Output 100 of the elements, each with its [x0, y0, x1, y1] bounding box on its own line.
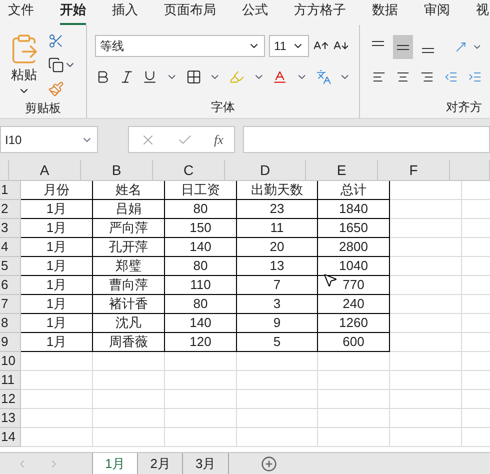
table-cell[interactable]: 13: [237, 257, 318, 276]
table-cell[interactable]: 7: [237, 276, 318, 295]
table-cell[interactable]: [93, 352, 165, 371]
menu-tab[interactable]: 视: [476, 0, 489, 25]
table-cell[interactable]: 曹向萍: [93, 276, 165, 295]
table-cell[interactable]: 1月: [21, 219, 93, 238]
table-cell[interactable]: 1650: [318, 219, 390, 238]
table-cell[interactable]: 1840: [318, 200, 390, 219]
column-header[interactable]: B: [81, 160, 153, 181]
table-cell[interactable]: [390, 333, 462, 352]
name-box[interactable]: I10: [0, 126, 98, 153]
table-cell[interactable]: 褚计香: [93, 295, 165, 314]
table-cell[interactable]: 110: [165, 276, 237, 295]
table-cell[interactable]: 80: [165, 200, 237, 219]
table-cell[interactable]: [390, 257, 462, 276]
table-cell[interactable]: 5: [237, 333, 318, 352]
table-cell[interactable]: 总计: [318, 181, 390, 200]
menu-tab[interactable]: 页面布局: [164, 0, 216, 25]
add-sheet-icon[interactable]: [260, 456, 277, 472]
table-cell[interactable]: [390, 219, 462, 238]
table-cell[interactable]: [390, 428, 462, 447]
table-cell[interactable]: [390, 371, 462, 390]
table-cell[interactable]: [237, 371, 318, 390]
insert-function-button[interactable]: fx: [214, 130, 224, 150]
table-cell[interactable]: 11: [237, 219, 318, 238]
column-header[interactable]: [450, 160, 490, 181]
font-size-field[interactable]: 11: [269, 35, 309, 57]
table-cell[interactable]: 1月: [21, 200, 93, 219]
table-cell[interactable]: [390, 409, 462, 428]
table-cell[interactable]: 1月: [21, 314, 93, 333]
table-cell[interactable]: 月份: [21, 181, 93, 200]
table-cell[interactable]: [390, 238, 462, 257]
menu-tab[interactable]: 数据: [372, 0, 398, 25]
table-cell[interactable]: 周香薇: [93, 333, 165, 352]
table-cell[interactable]: [390, 314, 462, 333]
table-cell[interactable]: 姓名: [93, 181, 165, 200]
table-cell[interactable]: [165, 352, 237, 371]
table-cell[interactable]: [318, 409, 390, 428]
table-cell[interactable]: 140: [165, 238, 237, 257]
formula-input[interactable]: [243, 126, 490, 153]
table-cell[interactable]: 120: [165, 333, 237, 352]
table-cell[interactable]: 80: [165, 257, 237, 276]
table-cell[interactable]: [21, 409, 93, 428]
table-cell[interactable]: [390, 295, 462, 314]
table-cell[interactable]: [237, 352, 318, 371]
table-cell[interactable]: [165, 390, 237, 409]
table-cell[interactable]: 郑璧: [93, 257, 165, 276]
table-cell[interactable]: [390, 390, 462, 409]
table-cell[interactable]: 150: [165, 219, 237, 238]
table-cell[interactable]: 日工资: [165, 181, 237, 200]
menu-tab[interactable]: 文件: [8, 0, 34, 25]
table-cell[interactable]: [318, 352, 390, 371]
table-cell[interactable]: [165, 428, 237, 447]
table-cell[interactable]: [390, 181, 462, 200]
paintbrush-icon[interactable]: [48, 81, 64, 97]
paste-button[interactable]: 粘贴: [8, 33, 40, 97]
table-cell[interactable]: 1月: [21, 333, 93, 352]
table-cell[interactable]: 2800: [318, 238, 390, 257]
sheet-tab[interactable]: 1月: [92, 453, 138, 474]
table-cell[interactable]: 1月: [21, 295, 93, 314]
table-cell[interactable]: [21, 352, 93, 371]
column-header[interactable]: D: [225, 160, 306, 181]
column-header[interactable]: F: [378, 160, 450, 181]
table-cell[interactable]: [318, 371, 390, 390]
table-cell[interactable]: [93, 409, 165, 428]
table-cell[interactable]: [21, 428, 93, 447]
table-cell[interactable]: 沈凡: [93, 314, 165, 333]
border-icon[interactable]: [186, 69, 202, 85]
table-cell[interactable]: 140: [165, 314, 237, 333]
table-cell[interactable]: [21, 390, 93, 409]
highlighter-icon[interactable]: [228, 69, 245, 85]
table-cell[interactable]: [93, 390, 165, 409]
table-cell[interactable]: 80: [165, 295, 237, 314]
table-cell[interactable]: 20: [237, 238, 318, 257]
table-cell[interactable]: 吕娟: [93, 200, 165, 219]
table-cell[interactable]: [390, 200, 462, 219]
table-cell[interactable]: [318, 428, 390, 447]
table-cell[interactable]: 严向萍: [93, 219, 165, 238]
column-header[interactable]: E: [306, 160, 378, 181]
table-cell[interactable]: 1月: [21, 257, 93, 276]
table-cell[interactable]: 3: [237, 295, 318, 314]
table-cell[interactable]: 9: [237, 314, 318, 333]
vertical-align-button[interactable]: [392, 35, 414, 59]
table-cell[interactable]: [237, 390, 318, 409]
sheet-tab[interactable]: 2月: [138, 453, 184, 474]
table-cell[interactable]: [93, 428, 165, 447]
table-cell[interactable]: 1月: [21, 276, 93, 295]
table-cell[interactable]: 孔开萍: [93, 238, 165, 257]
table-cell[interactable]: [165, 371, 237, 390]
column-header[interactable]: C: [153, 160, 225, 181]
table-cell[interactable]: 600: [318, 333, 390, 352]
menu-tab[interactable]: 方方格子: [294, 0, 346, 25]
table-cell[interactable]: 23: [237, 200, 318, 219]
table-cell[interactable]: [318, 390, 390, 409]
table-cell[interactable]: 240: [318, 295, 390, 314]
table-cell[interactable]: 出勤天数: [237, 181, 318, 200]
menu-tab[interactable]: 审阅: [424, 0, 450, 25]
table-cell[interactable]: [237, 409, 318, 428]
table-cell[interactable]: [165, 409, 237, 428]
menu-tab[interactable]: 插入: [112, 0, 138, 25]
